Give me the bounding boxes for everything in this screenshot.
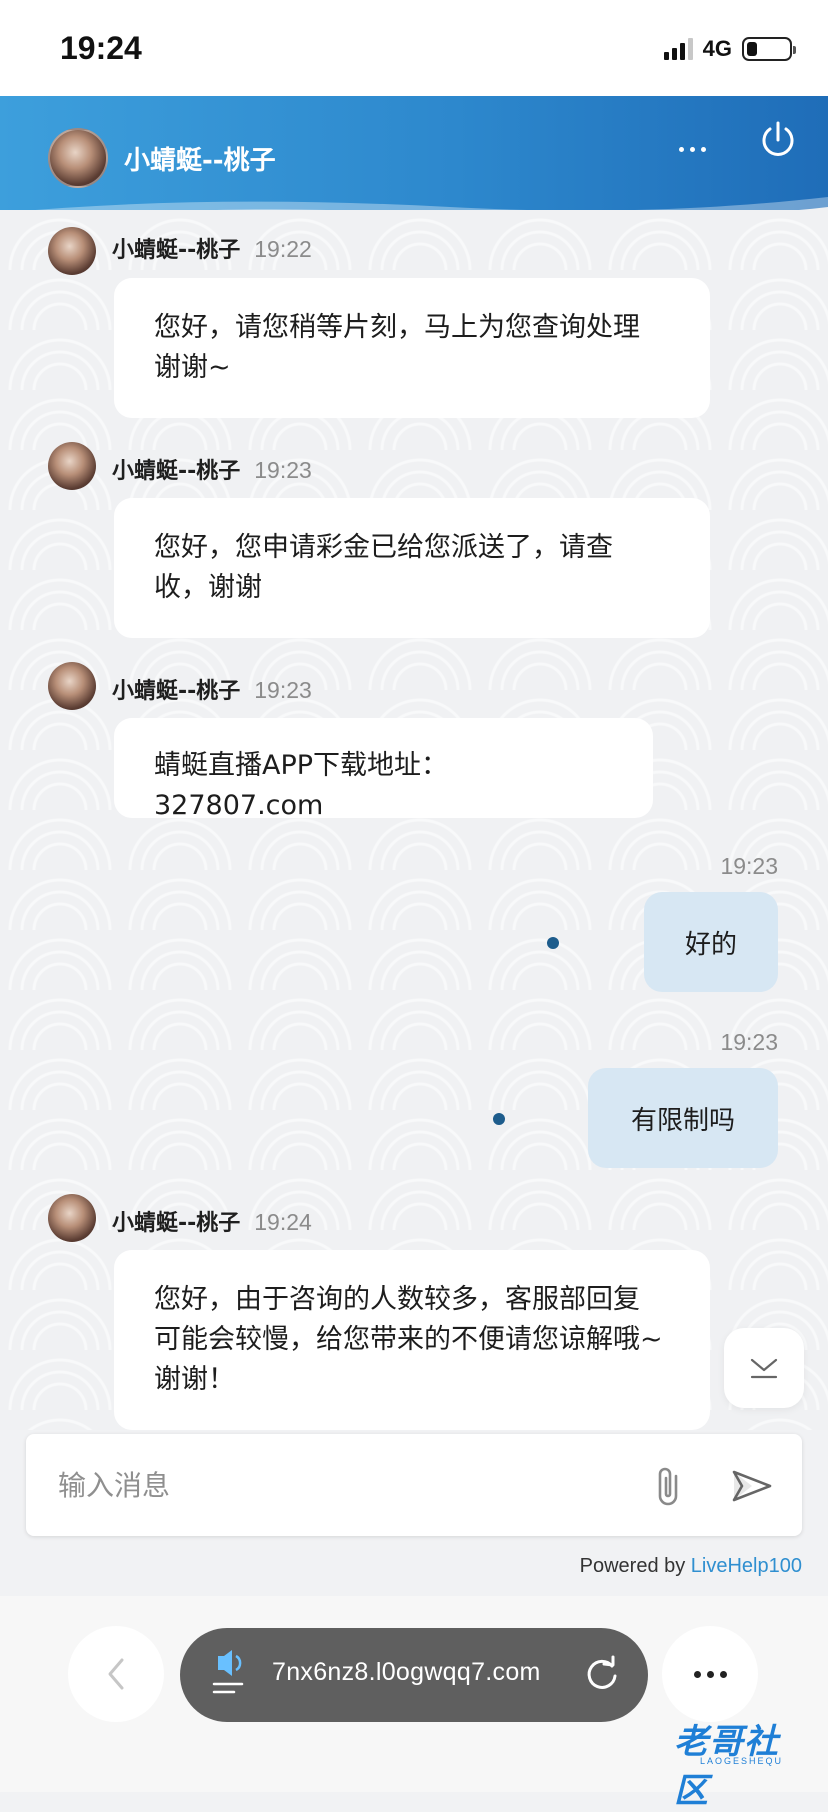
message-line: 您好，由于咨询的人数较多，客服部回复: [154, 1284, 640, 1315]
message-text: 有限制吗: [630, 1105, 735, 1136]
message-meta: 小蜻蜓--桃子 19:24: [112, 1205, 312, 1237]
message-line: 您好，请您稍等片刻，马上为您查询处理: [154, 312, 640, 343]
message-meta: 小蜻蜓--桃子 19:22: [112, 232, 312, 264]
battery-icon: [742, 37, 796, 61]
watermark-subtext: LAOGESHEQU: [700, 1756, 784, 1766]
message-bubble: 好的: [644, 892, 778, 992]
scroll-to-bottom-button[interactable]: [724, 1328, 804, 1408]
browser-menu-button[interactable]: [662, 1626, 758, 1722]
message-text: 好的: [684, 929, 737, 960]
message-time: 19:23: [254, 677, 312, 703]
message-line: 谢谢！: [154, 1364, 235, 1395]
agent-avatar: [48, 442, 96, 490]
message-meta: 小蜻蜓--桃子 19:23: [112, 453, 312, 485]
livehelp-link[interactable]: LiveHelp100: [691, 1555, 802, 1577]
read-status-dot: [493, 1113, 505, 1125]
speaker-icon[interactable]: [210, 1646, 250, 1702]
address-bar[interactable]: 7nx6nz8.l0ogwqq7.com: [180, 1628, 648, 1722]
message-composer: [26, 1434, 802, 1536]
powered-prefix: Powered by: [579, 1555, 691, 1577]
chevron-down-icon: [750, 1358, 778, 1379]
message-bubble: 您好，您申请彩金已给您派送了，请查 收，谢谢: [114, 498, 710, 638]
sender-name: 小蜻蜓--桃子: [112, 679, 241, 704]
sender-name: 小蜻蜓--桃子: [112, 238, 241, 263]
url-text: 7nx6nz8.l0ogwqq7.com: [272, 1658, 541, 1686]
sender-name: 小蜻蜓--桃子: [112, 1211, 241, 1236]
power-icon[interactable]: [756, 118, 800, 162]
message-time: 19:23: [720, 1029, 778, 1055]
message-input[interactable]: [56, 1460, 616, 1510]
message-bubble: 您好，由于咨询的人数较多，客服部回复 可能会较慢，给您带来的不便请您谅解哦~ 谢…: [114, 1250, 710, 1430]
agent-avatar: [48, 662, 96, 710]
message-bubble: 有限制吗: [588, 1068, 778, 1168]
message-bubble: 您好，请您稍等片刻，马上为您查询处理 谢谢~: [114, 278, 710, 418]
watermark-logo: 老哥社区 LAOGESHEQU: [640, 1712, 810, 1811]
sender-name: 小蜻蜓--桃子: [112, 459, 241, 484]
back-button[interactable]: [68, 1626, 164, 1722]
more-options-icon[interactable]: [668, 134, 716, 164]
cellular-signal-icon: [663, 38, 693, 60]
send-icon[interactable]: [730, 1466, 774, 1506]
message-bubble: 蜻蜓直播APP下载地址：327807.com: [114, 718, 653, 821]
attachment-icon[interactable]: [650, 1464, 690, 1508]
agent-avatar: [48, 128, 108, 188]
message-time: 19:23: [254, 457, 312, 483]
message-time: 19:22: [254, 236, 312, 262]
agent-name: 小蜻蜓--桃子: [124, 146, 276, 176]
agent-avatar: [48, 1194, 96, 1242]
message-line: 谢谢~: [154, 352, 231, 383]
status-bar: 19:24 4G: [0, 0, 828, 96]
message-list[interactable]: 小蜻蜓--桃子 19:22 您好，请您稍等片刻，马上为您查询处理 谢谢~ 小蜻蜓-…: [0, 210, 828, 1430]
message-line: 可能会较慢，给您带来的不便请您谅解哦~: [154, 1324, 663, 1355]
network-type: 4G: [702, 36, 732, 61]
agent-avatar: [48, 227, 96, 275]
message-meta: 小蜻蜓--桃子 19:23: [112, 673, 312, 705]
message-line: 您好，您申请彩金已给您派送了，请查: [154, 532, 613, 563]
chevron-left-icon: [108, 1658, 124, 1690]
status-indicators: 4G: [663, 36, 796, 62]
message-line: 收，谢谢: [154, 572, 262, 603]
read-status-dot: [547, 937, 559, 949]
message-time: 19:23: [720, 853, 778, 879]
status-time: 19:24: [60, 30, 142, 66]
powered-by: Powered by LiveHelp100: [580, 1555, 802, 1578]
message-line: 蜻蜓直播APP下载地址：327807.com: [154, 750, 449, 821]
message-time: 19:24: [254, 1209, 312, 1235]
reload-icon[interactable]: [582, 1654, 622, 1694]
